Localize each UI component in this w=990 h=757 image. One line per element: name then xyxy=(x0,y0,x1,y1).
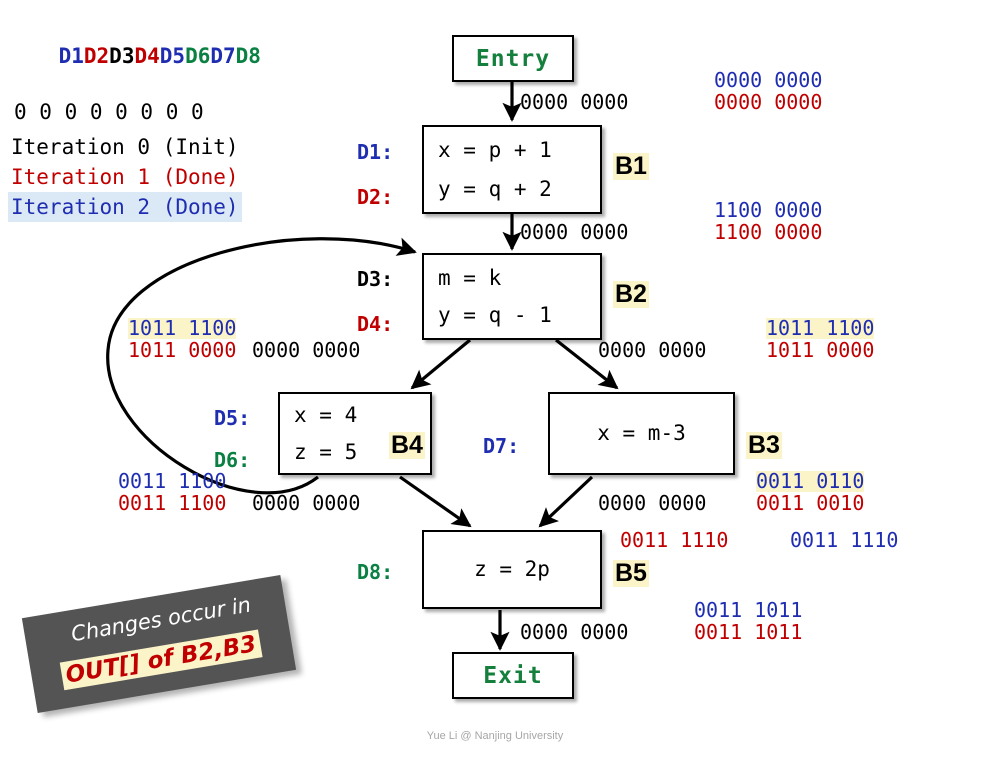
entry-out-red: 0000 0000 xyxy=(714,90,823,114)
b3-def-label-d7: D7: xyxy=(483,434,520,458)
b5-in-blue: 0011 1110 xyxy=(790,528,899,552)
b4-name-badge: B4 xyxy=(389,431,425,459)
b4-stmt-1: x = 4 xyxy=(294,402,358,427)
legend-iteration-2: Iteration 2 (Done) xyxy=(8,192,242,222)
legend-def-d3: D3 xyxy=(109,44,135,68)
b5-stmt-1: z = 2p xyxy=(474,557,550,581)
legend-def-d2: D2 xyxy=(83,44,110,68)
b2-out-right-red: 1011 0000 xyxy=(766,338,875,362)
legend-def-d1: D1 xyxy=(58,44,84,68)
b5-in-red: 0011 1110 xyxy=(620,528,729,552)
legend-def-d5: D5 xyxy=(159,44,186,68)
exit-node[interactable]: Exit xyxy=(452,652,574,699)
b3-name-badge: B3 xyxy=(746,431,782,459)
b1-name-badge: B1 xyxy=(613,152,649,180)
b3-out-red: 0011 0010 xyxy=(756,491,865,515)
block-b3[interactable]: x = m-3 xyxy=(548,392,735,475)
legend-def-d4: D4 xyxy=(134,44,160,68)
b2-def-label-d3: D3: xyxy=(357,267,394,291)
b5-out-black: 0000 0000 xyxy=(520,620,629,644)
b4-out-blue: 0011 1100 xyxy=(118,469,227,493)
block-b2[interactable]: m = k y = q - 1 xyxy=(422,253,602,340)
b1-out-black: 0000 0000 xyxy=(520,220,629,244)
entry-label: Entry xyxy=(475,45,551,72)
legend: D1D2D3D4D5D6D7D8 0 0 0 0 0 0 0 0 Iterati… xyxy=(8,14,261,222)
legend-iteration-0: Iteration 0 (Init) xyxy=(11,135,239,159)
b1-def-label-d1: D1: xyxy=(357,140,394,164)
b1-stmt-2: y = q + 2 xyxy=(438,176,552,201)
entry-out-black: 0000 0000 xyxy=(520,90,629,114)
b2-in-left-red: 1011 0000 xyxy=(128,338,237,362)
legend-def-d7: D7 xyxy=(210,44,236,68)
footer-credit: Yue Li @ Nanjing University xyxy=(426,730,564,742)
b2-out-right-black: 0000 0000 xyxy=(598,338,707,362)
legend-iteration-1: Iteration 1 (Done) xyxy=(11,165,239,189)
b2-out-right-blue: 1011 1100 xyxy=(766,316,875,340)
legend-def-d6: D6 xyxy=(185,44,211,68)
b2-stmt-2: y = q - 1 xyxy=(438,302,552,327)
b3-out-blue: 0011 0110 xyxy=(756,469,865,493)
b2-in-left-blue: 1011 1100 xyxy=(128,316,237,340)
b4-out-black: 0000 0000 xyxy=(252,491,361,515)
legend-bits-row: 0 0 0 0 0 0 0 0 xyxy=(14,100,204,124)
b2-name-badge: B2 xyxy=(613,280,649,308)
block-b1[interactable]: x = p + 1 y = q + 2 xyxy=(422,125,602,214)
b5-def-label-d8: D8: xyxy=(357,560,394,584)
b4-out-red: 0011 1100 xyxy=(118,491,227,515)
b1-out-red: 1100 0000 xyxy=(714,220,823,244)
b5-out-blue: 0011 1011 xyxy=(694,598,803,622)
b5-out-red: 0011 1011 xyxy=(694,620,803,644)
b5-name-badge: B5 xyxy=(613,559,649,587)
b1-out-blue: 1100 0000 xyxy=(714,198,823,222)
b1-def-label-d2: D2: xyxy=(357,185,394,209)
b4-def-label-d5: D5: xyxy=(214,406,251,430)
b2-out-left-black: 0000 0000 xyxy=(252,338,361,362)
changes-banner: Changes occur in OUT[] of B2,B3 xyxy=(21,575,297,713)
entry-node[interactable]: Entry xyxy=(452,35,574,82)
legend-definitions-row: D1D2D3D4D5D6D7D8 xyxy=(8,14,261,98)
block-b5[interactable]: z = 2p xyxy=(422,530,602,609)
b2-stmt-1: m = k xyxy=(438,265,502,290)
legend-def-d8: D8 xyxy=(235,44,261,68)
entry-out-blue: 0000 0000 xyxy=(714,68,823,92)
b3-out-black: 0000 0000 xyxy=(598,491,707,515)
exit-label: Exit xyxy=(483,662,543,689)
b1-stmt-1: x = p + 1 xyxy=(438,137,552,162)
b3-stmt-1: x = m-3 xyxy=(597,421,686,445)
b2-def-label-d4: D4: xyxy=(357,312,394,336)
